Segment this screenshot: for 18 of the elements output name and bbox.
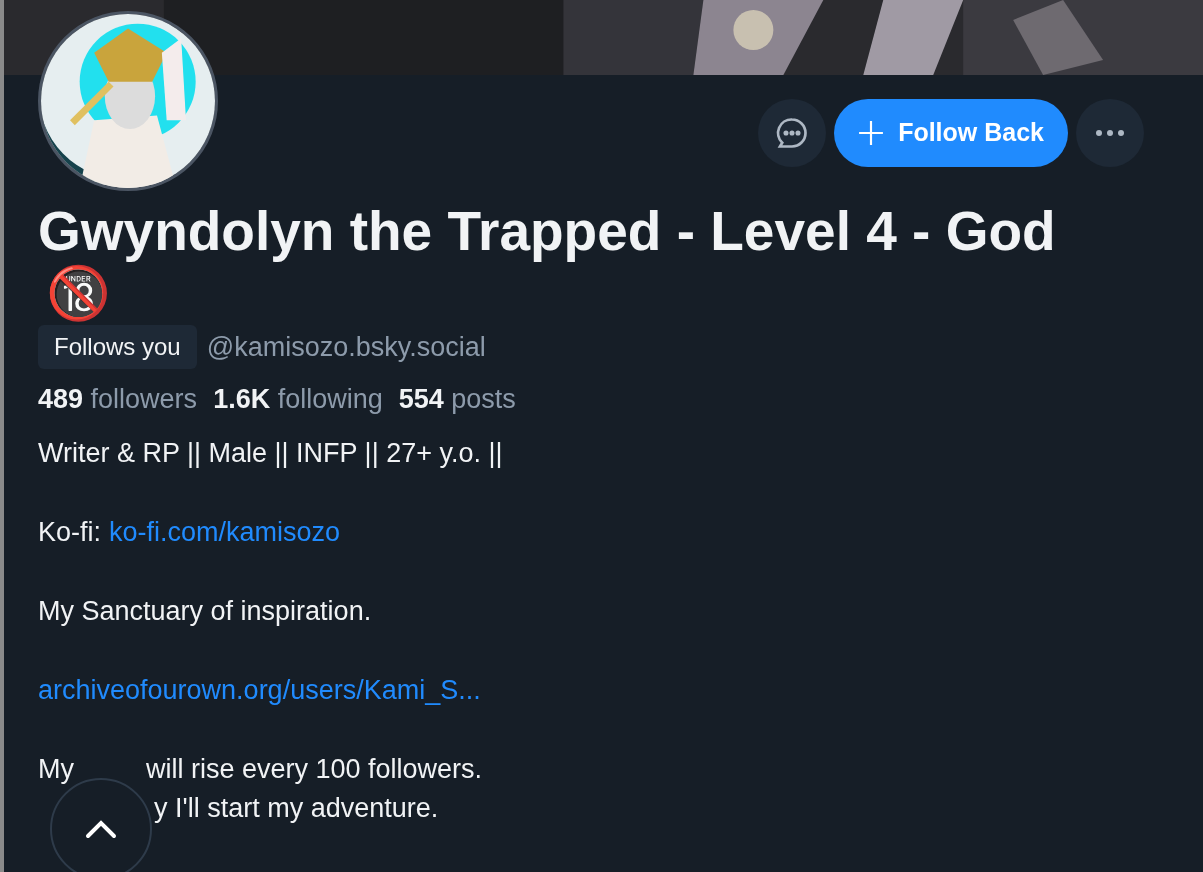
bio-line: My (38, 752, 75, 786)
stat-link[interactable]: 1.6K following (213, 379, 383, 420)
user-handle: @kamisozo.bsky.social (206, 330, 486, 364)
adult-content-icon: 🔞 (46, 263, 111, 323)
chevron-up-icon (85, 819, 117, 839)
stat-link[interactable]: 554 posts (398, 379, 516, 420)
bio-line: will rise every 100 followers. (146, 752, 483, 786)
more-icon (1095, 129, 1125, 137)
bio-line: Writer & RP || Male || INFP || 27+ y.o. || (38, 437, 503, 468)
bio-line: Ko-fi: (38, 515, 102, 549)
display-name: Gwyndolyn the Trapped - Level 4 - God (38, 199, 1057, 263)
stat-link[interactable]: 489 followers (38, 379, 198, 420)
follows-you-badge: Follows you (38, 325, 197, 369)
bio-link[interactable]: archiveofourown.org/users/Kami_S... (38, 674, 481, 705)
bio-link[interactable]: ko-fi.com/kamisozo (109, 512, 341, 552)
plus-icon (858, 120, 885, 146)
bio-line: y I'll start my adventure. (154, 792, 439, 823)
bio-line: My Sanctuary of inspiration. (38, 595, 372, 626)
